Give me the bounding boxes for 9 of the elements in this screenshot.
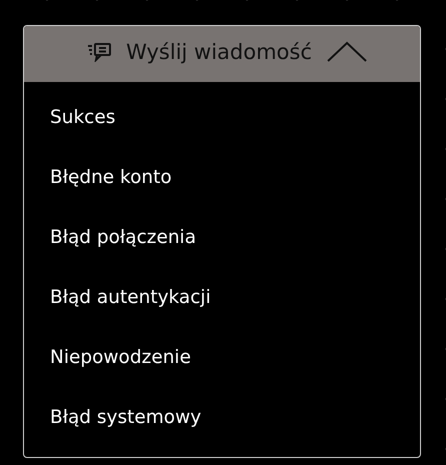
menu-item[interactable]: Sukces	[24, 87, 420, 147]
chevron-up-icon	[326, 41, 368, 63]
menu-item[interactable]: Błędne konto	[24, 147, 420, 207]
menu-item[interactable]: Niepowodzenie	[24, 327, 420, 387]
menu-item[interactable]: Błąd połączenia	[24, 207, 420, 267]
menu-item[interactable]: Błąd systemowy	[24, 387, 420, 447]
menu-item[interactable]: Błąd autentykacji	[24, 267, 420, 327]
send-message-button[interactable]: Wyślij wiadomość	[24, 26, 420, 82]
message-icon	[86, 42, 112, 62]
